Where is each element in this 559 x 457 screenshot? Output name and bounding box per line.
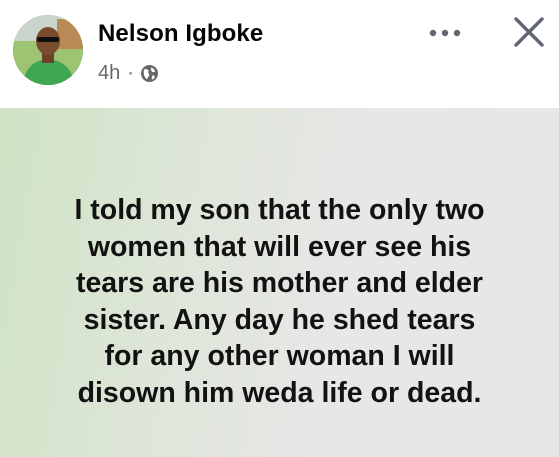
meta-separator: · [127,61,134,84]
more-options-button[interactable] [423,18,467,48]
post-text: I told my son that the only two women th… [74,194,485,409]
author-name[interactable]: Nelson Igboke [98,20,263,48]
post-body: I told my son that the only two women th… [0,108,559,457]
post-header: Nelson Igboke 4h · [0,0,559,108]
more-dots-icon [429,29,461,37]
post-time[interactable]: 4h [98,62,120,85]
avatar[interactable] [13,15,83,85]
post-meta: 4h · [98,61,159,85]
close-icon [514,17,544,47]
close-button[interactable] [507,10,551,54]
globe-icon[interactable] [140,64,159,83]
